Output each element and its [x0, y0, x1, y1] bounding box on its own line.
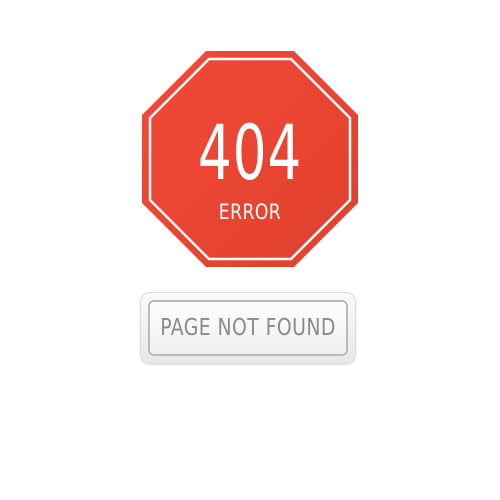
not-found-plate-inner: PAGE NOT FOUND: [148, 300, 348, 356]
not-found-plate: PAGE NOT FOUND: [140, 292, 356, 364]
error-page: 404 ERROR PAGE NOT FOUND: [0, 0, 500, 500]
not-found-text: PAGE NOT FOUND: [160, 315, 336, 341]
error-code: 404: [197, 108, 303, 197]
error-label: ERROR: [218, 200, 282, 224]
